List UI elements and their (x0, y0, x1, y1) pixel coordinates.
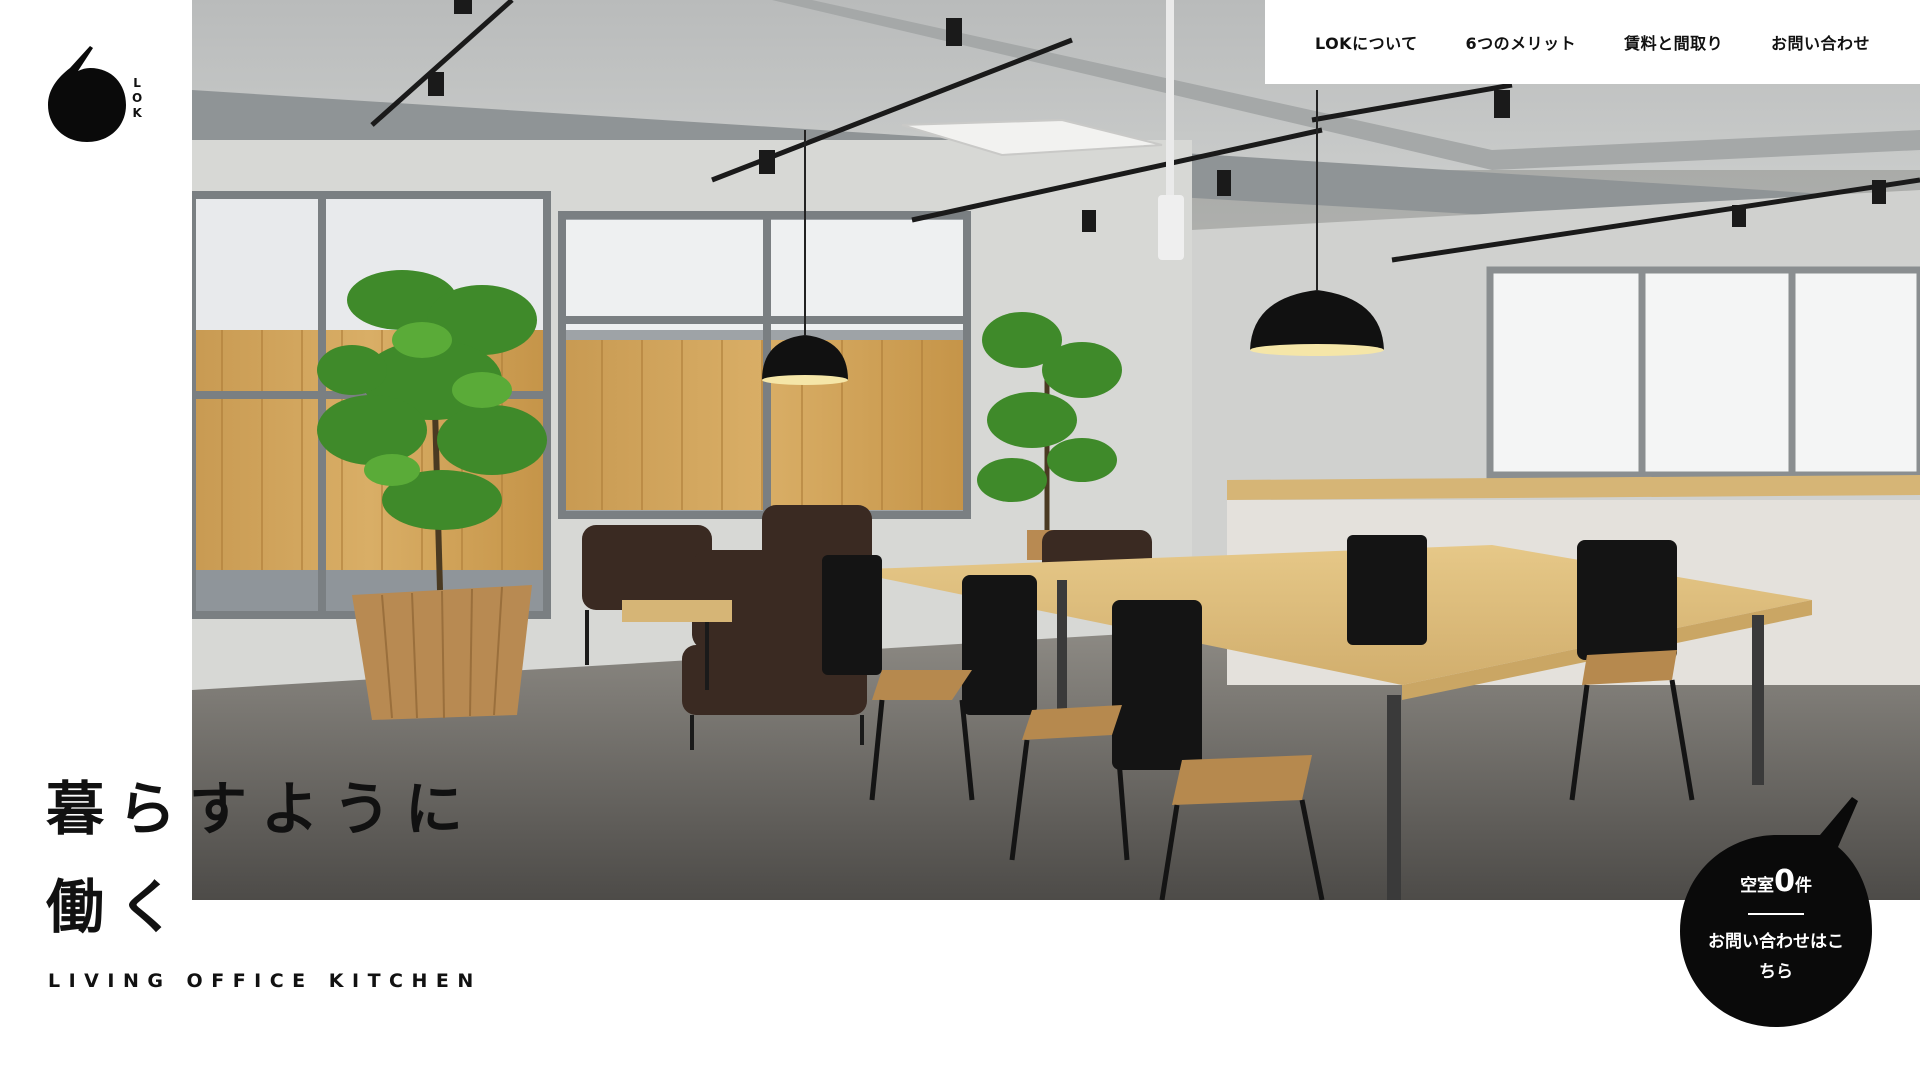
logo-letter: K (132, 106, 142, 120)
logo-letter: L (133, 76, 141, 90)
badge-cta-label: お問い合わせはこちら (1708, 932, 1844, 982)
vacancy-number: 0 (1774, 864, 1795, 899)
nav-item-merits[interactable]: 6つのメリット (1466, 30, 1577, 54)
nav-item-contact[interactable]: お問い合わせ (1771, 30, 1870, 54)
page: L O K LOKについて 6つのメリット 賃料と間取り お問い合わせ 暮らすよ… (0, 0, 1920, 1080)
logo-mark-icon (48, 46, 126, 142)
badge-text: 空室0件 お問い合わせはこちら (1680, 865, 1872, 987)
logo-letters: L O K (132, 76, 142, 121)
badge-divider (1748, 913, 1804, 915)
logo[interactable]: L O K (46, 46, 146, 142)
hero-subtitle: LIVING OFFICE KITCHEN (48, 970, 482, 992)
vacancy-prefix: 空室 (1740, 876, 1775, 896)
vacancy-suffix: 件 (1794, 876, 1812, 896)
headline-line-1: 暮らすように (46, 775, 477, 843)
nav-item-rent-layout[interactable]: 賃料と間取り (1624, 30, 1723, 54)
vacancy-count: 空室0件 (1680, 865, 1872, 903)
hero-headline: 暮らすように 働く (46, 760, 477, 956)
headline-line-2: 働く (46, 873, 191, 941)
logo-letter: O (132, 91, 143, 105)
nav-item-about[interactable]: LOKについて (1315, 30, 1418, 54)
vacancy-contact-button[interactable]: 空室0件 お問い合わせはこちら (1680, 795, 1872, 1027)
main-nav: LOKについて 6つのメリット 賃料と間取り お問い合わせ (1265, 0, 1920, 84)
